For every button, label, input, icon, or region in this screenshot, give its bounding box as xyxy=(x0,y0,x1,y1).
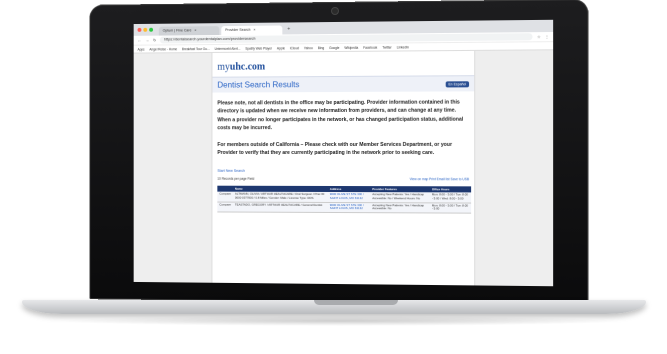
camera-icon xyxy=(332,7,338,15)
close-icon[interactable]: × xyxy=(253,26,255,35)
laptop-lid: Optum | Fine Care × Provider Search × + … xyxy=(89,0,589,305)
provider-address[interactable]: 9000 OLIVE ST STE 300 / SAINT LOUIS, MO … xyxy=(327,192,371,203)
tab-provider-search[interactable]: Provider Search × xyxy=(221,25,283,36)
notice-paragraph-2: For members outside of California – Plea… xyxy=(217,141,453,157)
field-label[interactable]: Field xyxy=(247,177,254,181)
bookmark-item[interactable]: Facebook xyxy=(363,45,377,49)
results-controls: 10 Records per page Field View on map Pr… xyxy=(212,175,474,184)
bookmark-item[interactable]: Untermoebl Alert... xyxy=(215,46,241,50)
office-hours: Mon: 8:00 - 5:00 / Tue: 8:00 - 5:00 xyxy=(429,202,472,213)
office-hours: Mon: 8:00 - 5:00 / Tue: 8:00 - 5:00 / We… xyxy=(429,192,472,203)
provider-name: TEASTADO, GREGORY / ARTHUR HEALTHCARE / … xyxy=(232,201,328,213)
bookmark-item[interactable]: Yahoo xyxy=(304,46,313,50)
espanol-button[interactable]: En Español xyxy=(445,80,470,87)
tab-optum[interactable]: Optum | Fine Care × xyxy=(158,26,220,36)
bookmark-item[interactable]: Bing xyxy=(318,46,324,50)
bookmark-item[interactable]: Twitter xyxy=(382,45,391,49)
close-icon[interactable]: × xyxy=(194,26,196,35)
provider-features: Accepting New Patients: Yes / Handicap A… xyxy=(370,192,430,203)
laptop-photo: Optum | Fine Care × Provider Search × + … xyxy=(0,0,667,354)
provider-address[interactable]: 9000 OLIVE ST STE 300 / SAINT LOUIS, MO … xyxy=(327,202,371,213)
bookmark-item[interactable]: Wikipedia xyxy=(344,45,358,49)
new-tab-button[interactable]: + xyxy=(284,25,293,34)
results-table: Name Address Provider Features Office Hours… xyxy=(217,186,472,213)
compare-link[interactable]: Compare xyxy=(217,201,233,212)
records-control: 10 Records per page Field xyxy=(217,177,254,181)
bookmark-item[interactable]: Angel Reise - Home xyxy=(149,47,177,51)
result-actions[interactable]: View on map Print Email list Save to USB xyxy=(410,178,469,182)
bookmark-item[interactable]: LinkedIn xyxy=(397,45,409,49)
results-header: Dentist Search Results En Español xyxy=(212,75,475,93)
notice-paragraph-1: Please note, not all dentists in the off… xyxy=(217,99,464,132)
records-label: Records per page xyxy=(221,177,247,182)
bookmark-item[interactable]: Apple xyxy=(277,46,285,50)
laptop-base xyxy=(22,300,646,314)
star-icon[interactable]: ☆ xyxy=(537,34,541,39)
provider-features: Accepting New Patients: Yes / Handicap A… xyxy=(370,202,430,213)
back-icon[interactable]: ← xyxy=(138,38,142,43)
laptop-shadow xyxy=(60,316,620,326)
page-content: myuhc.com Dentist Search Results En Espa… xyxy=(211,50,476,286)
close-window-icon[interactable] xyxy=(137,27,142,32)
bookmark-item[interactable]: iCloud xyxy=(290,46,299,50)
tab-label: Optum | Fine Care xyxy=(162,28,192,33)
start-new-search-link[interactable]: Start New Search xyxy=(212,165,474,175)
minimize-window-icon[interactable] xyxy=(143,27,148,32)
compare-link[interactable]: Compare xyxy=(217,192,233,202)
reload-icon[interactable]: ↻ xyxy=(153,38,156,43)
forward-icon[interactable]: → xyxy=(145,38,149,43)
bookmark-item[interactable]: Spotify Web Player xyxy=(245,46,272,50)
maximize-window-icon[interactable] xyxy=(149,27,154,32)
bookmark-item[interactable]: Google xyxy=(329,45,339,49)
window-controls xyxy=(137,27,154,32)
provider-name: ALTMANN, OLIVIA / ARTHUR HEALTHCARE / Or… xyxy=(232,192,328,203)
table-row[interactable]: Compare TEASTADO, GREGORY / ARTHUR HEALTH… xyxy=(217,201,472,213)
page-title: Dentist Search Results xyxy=(217,80,300,90)
notice-text: Please note, not all dentists in the off… xyxy=(212,91,474,157)
logo-prefix: my xyxy=(217,61,230,73)
menu-icon[interactable]: ⋮ xyxy=(545,34,549,39)
site-logo[interactable]: myuhc.com xyxy=(212,51,474,77)
tab-label: Provider Search xyxy=(225,27,251,33)
bookmark-item[interactable]: Breakfast Tour Gu... xyxy=(182,47,210,51)
bookmark-item[interactable]: Apps xyxy=(138,47,145,51)
browser-viewport: myuhc.com Dentist Search Results En Espa… xyxy=(133,50,554,287)
base-notch xyxy=(314,300,398,305)
logo-main: uhc.com xyxy=(229,61,266,73)
laptop-screen: Optum | Fine Care × Provider Search × + … xyxy=(133,19,554,287)
